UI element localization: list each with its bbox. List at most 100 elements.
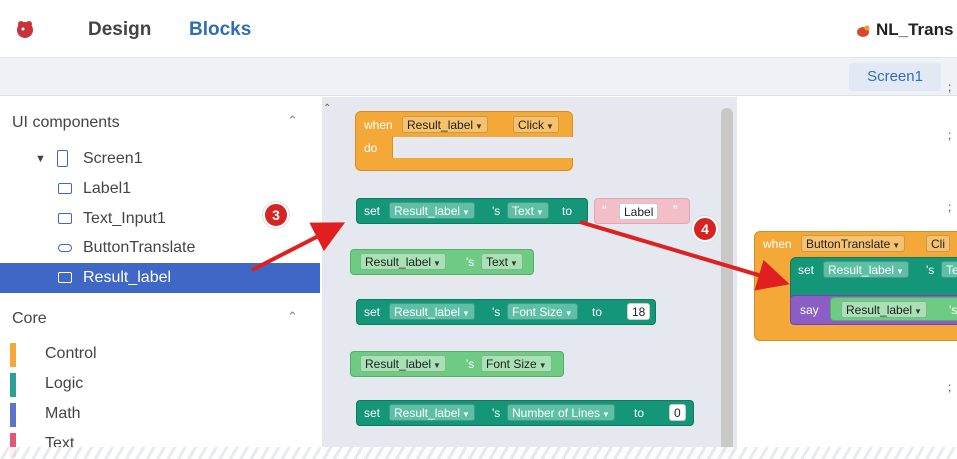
drawer-scrollbar[interactable] — [721, 108, 733, 453]
dropdown-label: Text — [486, 255, 509, 269]
set-text-block[interactable]: set Result_label ▼ 's Text ▼ to “ Label ” — [356, 198, 696, 224]
dropdown-label: Result_label — [394, 406, 461, 420]
to-keyword: to — [634, 406, 645, 420]
component-dropdown[interactable]: Result_label ▼ — [360, 355, 446, 372]
number-value-field[interactable]: 18 — [627, 303, 651, 320]
possessive-label: 's — [492, 305, 501, 319]
component-dropdown[interactable]: Result_label ▼ — [402, 116, 488, 133]
possessive-label: 's — [926, 263, 935, 277]
dropdown-arrow-icon: ▼ — [896, 267, 904, 276]
tree-item-label: Label1 — [83, 180, 132, 197]
component-dropdown[interactable]: Result_label ▼ — [841, 301, 927, 318]
screen-selector-button[interactable]: Screen1 — [849, 63, 941, 91]
dropdown-label: Font Size — [512, 305, 563, 319]
get-fontsize-block[interactable]: Result_label ▼ 's Font Size ▼ — [350, 351, 565, 377]
tab-design[interactable]: Design — [88, 19, 151, 41]
dropdown-label: Number of Lines — [512, 406, 601, 420]
set-fontsize-block[interactable]: set Result_label ▼ 's Font Size ▼ to 18 — [356, 299, 656, 325]
open-quote: “ — [602, 202, 607, 218]
when-keyword: when — [364, 118, 393, 132]
dropdown-arrow-icon: ▼ — [538, 361, 547, 370]
tree-item-label: Result_label — [83, 269, 172, 286]
phone-icon — [57, 150, 68, 167]
event-block-click[interactable]: when Result_label ▼ Click ▼ do — [355, 111, 573, 171]
dropdown-arrow-icon: ▼ — [462, 208, 470, 217]
tree-item-label: ButtonTranslate — [83, 239, 196, 256]
button-component-icon — [58, 244, 72, 252]
app-logo-icon[interactable] — [14, 18, 36, 40]
collapse-ui-components-icon[interactable]: ⌃ — [287, 113, 298, 129]
dropdown-arrow-icon: ▼ — [892, 241, 901, 250]
drawer-scroll-up-icon[interactable]: ⌃ — [323, 103, 333, 121]
workspace-edge-mark: ; — [948, 200, 952, 214]
tab-blocks[interactable]: Blocks — [189, 19, 251, 41]
do-keyword: do — [364, 141, 378, 155]
dropdown-arrow-icon: ▼ — [546, 122, 554, 131]
event-dropdown[interactable]: Click ▼ — [513, 116, 559, 133]
property-dropdown[interactable]: Text ▼ — [507, 202, 549, 219]
tree-item-screen1[interactable]: ▼ Screen1 — [0, 144, 320, 174]
dropdown-label: Result_label — [828, 263, 895, 277]
set-keyword: set — [364, 204, 381, 218]
number-value-field[interactable]: 0 — [669, 404, 686, 421]
possessive-label: 's — [492, 406, 501, 420]
dropdown-arrow-icon: ▼ — [462, 410, 470, 419]
event-dropdown[interactable]: Cli — [926, 235, 950, 252]
component-dropdown[interactable]: Result_label ▼ — [823, 261, 909, 278]
dropdown-arrow-icon: ▼ — [510, 259, 518, 268]
dropdown-label: Result_label — [365, 357, 432, 371]
callout-badge-4: 4 — [692, 216, 718, 242]
dropdown-label: Text — [512, 204, 535, 218]
dropdown-arrow-icon: ▼ — [602, 410, 610, 419]
dropdown-arrow-icon: ▼ — [914, 307, 922, 316]
to-keyword: to — [592, 305, 603, 319]
string-value-field[interactable]: Label — [619, 203, 659, 220]
component-dropdown[interactable]: Result_label ▼ — [360, 253, 446, 270]
component-dropdown[interactable]: Result_label ▼ — [389, 404, 475, 421]
workspace-edge-mark: ; — [948, 80, 952, 94]
when-keyword: when — [763, 237, 792, 251]
component-dropdown[interactable]: ButtonTranslate ▼ — [801, 235, 906, 252]
core-item-label: Control — [45, 345, 97, 362]
possessive-label: 's — [466, 357, 475, 371]
tree-item-buttontranslate[interactable]: ButtonTranslate — [0, 233, 320, 263]
dropdown-label: Result_label — [365, 255, 432, 269]
collapse-core-icon[interactable]: ⌃ — [287, 309, 298, 325]
dropdown-label: Click — [518, 118, 544, 132]
dropdown-arrow-icon: ▼ — [564, 309, 573, 318]
text-string-block[interactable]: “ Label ” — [594, 198, 690, 224]
say-keyword: say — [800, 303, 819, 317]
callout-badge-3: 3 — [263, 202, 289, 228]
property-dropdown[interactable]: Font Size ▼ — [481, 355, 552, 372]
set-keyword: set — [364, 305, 381, 319]
textbox-component-icon — [58, 213, 72, 224]
possessive-label: 's — [949, 303, 957, 317]
dropdown-label: Result_label — [407, 118, 474, 132]
workspace-say-block[interactable]: say Result_label ▼ 's — [790, 295, 957, 325]
get-text-block[interactable]: Result_label ▼ 's Text ▼ — [350, 249, 535, 275]
expand-caret-icon[interactable]: ▼ — [35, 144, 46, 174]
label-component-icon — [58, 272, 72, 283]
workspace-event-block[interactable]: when ButtonTranslate ▼ Cli set Result_lab… — [754, 231, 957, 341]
component-dropdown[interactable]: Result_label ▼ — [389, 303, 475, 320]
dropdown-arrow-icon: ▼ — [462, 309, 470, 318]
core-item-label: Math — [45, 405, 81, 422]
category-color-swatch — [10, 373, 16, 397]
component-dropdown[interactable]: Result_label ▼ — [389, 202, 475, 219]
property-dropdown[interactable]: Te — [941, 261, 957, 278]
to-keyword: to — [562, 204, 573, 218]
top-bar: Design Blocks NL_Trans — [0, 0, 957, 58]
tree-item-label1[interactable]: Label1 — [0, 174, 320, 204]
screen-toolbar — [0, 58, 957, 96]
set-lines-block[interactable]: set Result_label ▼ 's Number of Lines ▼ to… — [356, 400, 696, 426]
possessive-label: 's — [466, 255, 475, 269]
project-bee-icon — [857, 25, 870, 37]
property-dropdown[interactable]: Text ▼ — [481, 253, 523, 270]
category-color-swatch — [10, 403, 16, 427]
property-dropdown[interactable]: Number of Lines ▼ — [507, 404, 615, 421]
tree-item-result-label[interactable]: Result_label — [0, 263, 320, 293]
property-dropdown[interactable]: Font Size ▼ — [507, 303, 578, 320]
project-name[interactable]: NL_Trans — [876, 20, 953, 40]
set-keyword: set — [798, 263, 815, 277]
dropdown-label: Result_label — [394, 305, 461, 319]
